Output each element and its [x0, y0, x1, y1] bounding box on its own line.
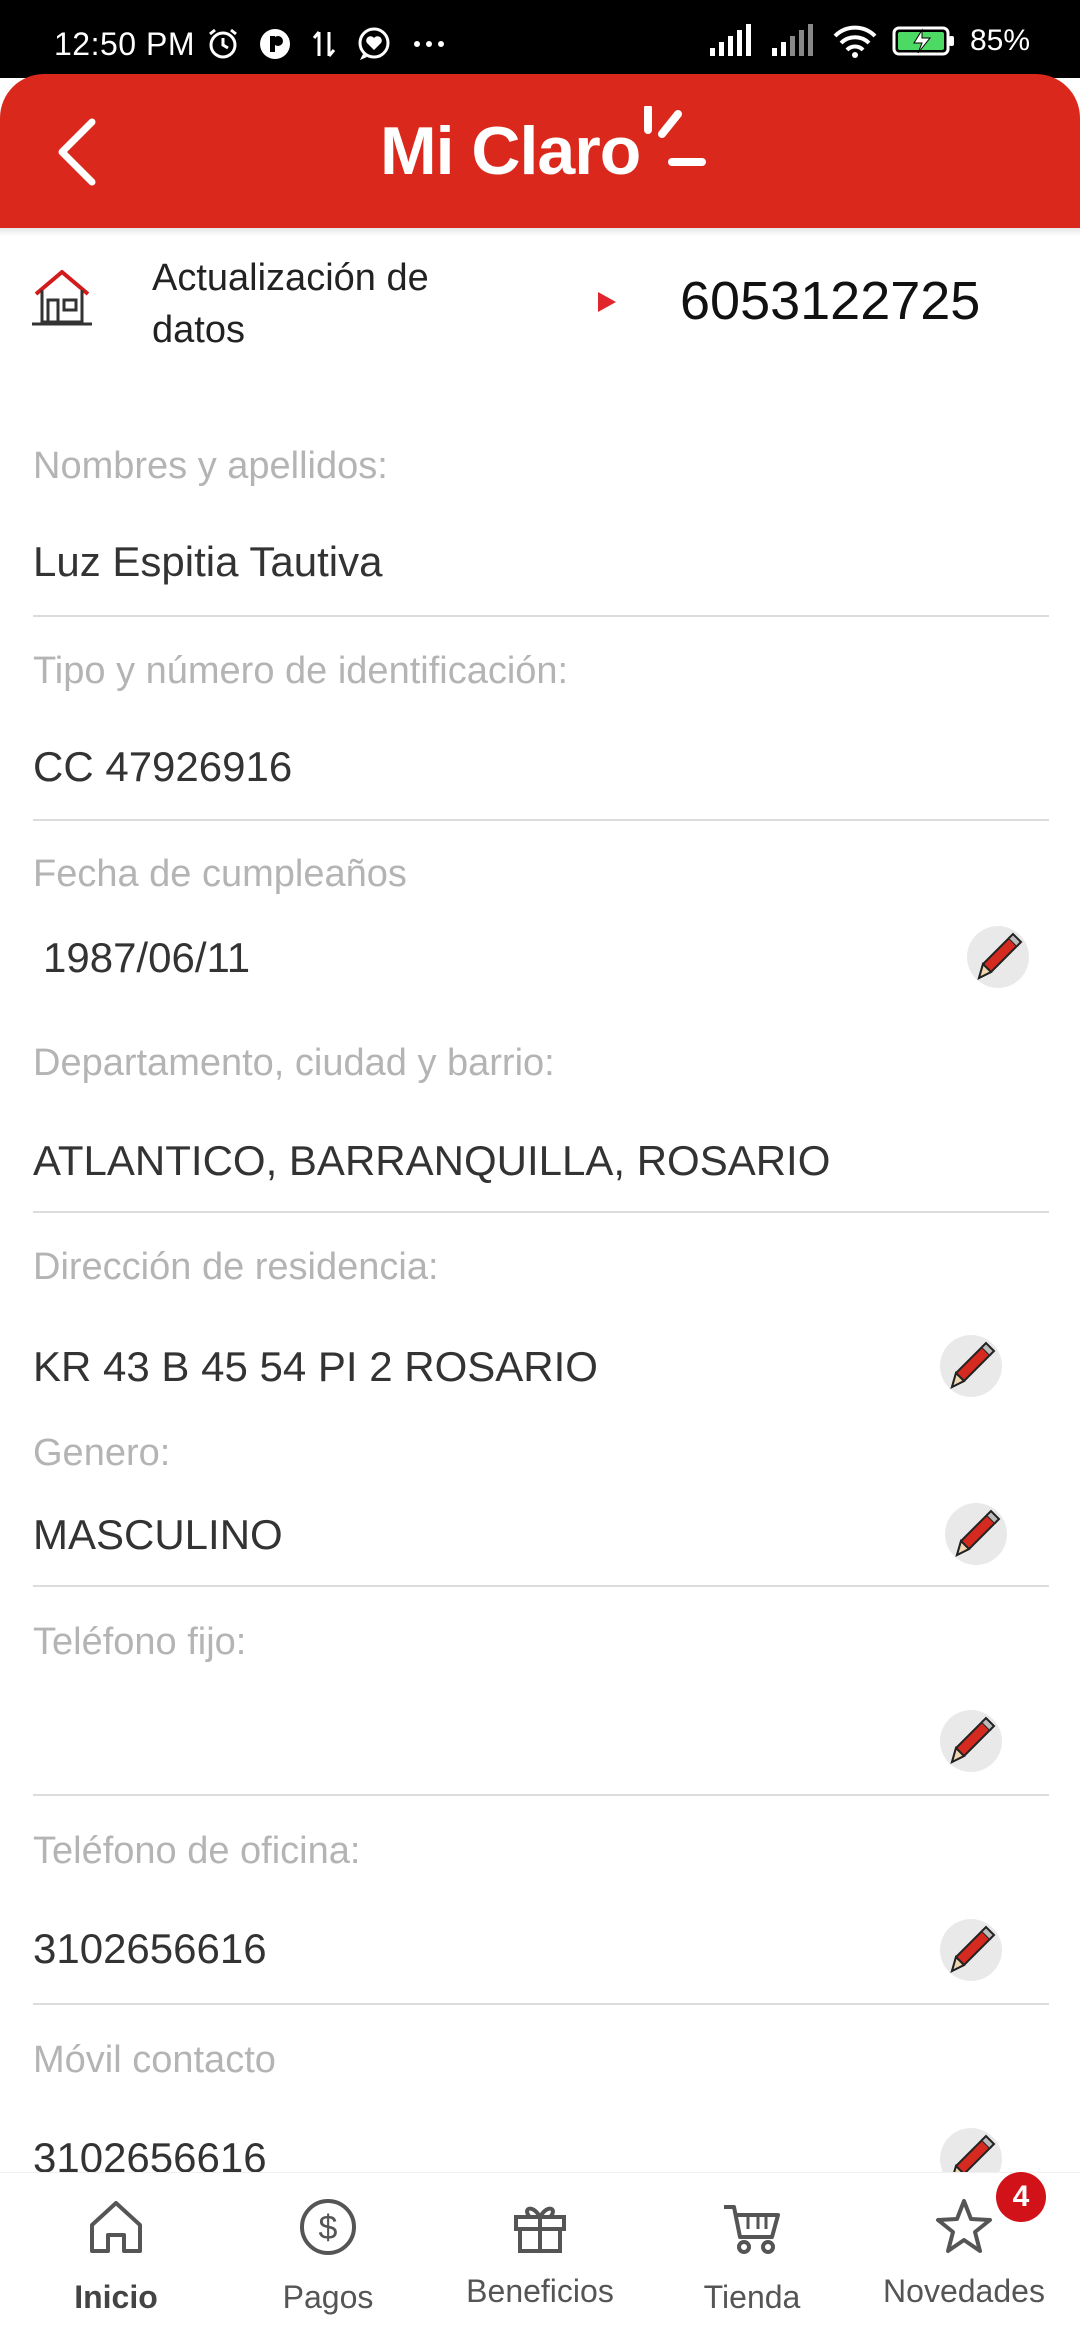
nav-label: Novedades: [883, 2273, 1045, 2309]
signal-icon-2: [771, 24, 813, 56]
battery-percentage: 85%: [969, 24, 1030, 57]
line-number: 6053122725: [680, 271, 981, 331]
chevron-left-icon: [58, 118, 96, 186]
brand-logo: Mi Claro: [380, 106, 706, 196]
pencil-icon: [950, 1341, 996, 1389]
field-cumpleanos: Fecha de cumpleaños 1987/06/11: [33, 848, 1049, 1028]
pencil-icon: [955, 1509, 1001, 1557]
field-value: 3102656616: [33, 2134, 267, 2172]
status-time: 12:50 PM: [54, 26, 195, 62]
edit-button-movil-contacto[interactable]: [940, 2128, 1002, 2172]
nav-item-inicio[interactable]: Inicio: [8, 2173, 224, 2340]
field-label: Móvil contacto: [33, 2039, 276, 2081]
pencil-icon: [977, 932, 1023, 980]
nav-label: Beneficios: [466, 2273, 614, 2309]
claro-sun-icon: [644, 106, 706, 166]
field-identificacion: Tipo y número de identificación: CC 4792…: [33, 645, 1049, 825]
field-direccion: Dirección de residencia: KR 43 B 45 54 P…: [33, 1241, 1049, 1421]
data-transfer-icon: [312, 31, 336, 57]
info-row: Actualización de datos 6053122725: [0, 240, 1080, 380]
field-movil-contacto: Móvil contacto 3102656616: [33, 2034, 1049, 2172]
battery-icon: [892, 26, 954, 56]
edit-button-genero[interactable]: [945, 1503, 1007, 1565]
nav-label: Inicio: [74, 2279, 158, 2315]
field-label: Teléfono fijo:: [33, 1621, 247, 1663]
alarm-icon: [209, 28, 237, 59]
nav-item-pagos[interactable]: $ Pagos: [220, 2173, 436, 2340]
play-arrow-icon: [598, 292, 616, 312]
bottom-nav: Inicio $ Pagos Beneficios Tienda Novedad…: [0, 2172, 1080, 2340]
field-label: Dirección de residencia:: [33, 1246, 439, 1288]
edit-button-cumpleanos[interactable]: [967, 926, 1029, 988]
field-value: CC 47926916: [33, 743, 293, 790]
field-label: Fecha de cumpleaños: [33, 853, 407, 895]
house-icon: [32, 270, 92, 326]
app-icon: [260, 29, 290, 59]
field-departamento: Departamento, ciudad y barrio: ATLANTICO…: [33, 1037, 1049, 1217]
more-icon: [414, 41, 444, 47]
cart-icon: [724, 2205, 780, 2254]
status-bar: 12:50 PM 85%: [0, 0, 1080, 78]
field-label: Genero:: [33, 1432, 171, 1474]
gift-icon: [514, 2206, 566, 2253]
nav-item-tienda[interactable]: Tienda: [644, 2173, 860, 2340]
back-button[interactable]: [40, 112, 120, 192]
app-header: Mi Claro: [0, 74, 1080, 228]
field-label: Teléfono de oficina:: [33, 1830, 361, 1872]
edit-button-telefono-oficina[interactable]: [940, 1919, 1002, 1981]
field-value: 3102656616: [33, 1925, 267, 1972]
signal-icon: [709, 24, 751, 56]
pencil-icon: [950, 1925, 996, 1973]
field-value: ATLANTICO, BARRANQUILLA, ROSARIO: [33, 1137, 831, 1184]
field-telefono-oficina: Teléfono de oficina: 3102656616: [33, 1825, 1049, 2005]
nav-label: Pagos: [282, 2279, 374, 2315]
notification-badge: 4: [996, 2172, 1046, 2222]
field-label: Departamento, ciudad y barrio:: [33, 1042, 555, 1084]
field-label: Nombres y apellidos:: [33, 445, 388, 487]
field-telefono-fijo: Teléfono fijo:: [33, 1616, 1049, 1796]
nav-item-beneficios[interactable]: Beneficios: [432, 2173, 648, 2340]
star-icon: [936, 2199, 992, 2253]
field-genero: Genero: MASCULINO: [33, 1427, 1049, 1607]
edit-button-direccion[interactable]: [940, 1335, 1002, 1397]
pencil-icon: [953, 2134, 996, 2172]
field-value: 1987/06/11: [43, 934, 251, 981]
brand-text: Mi Claro: [380, 113, 641, 189]
page-title: Actualización de datos: [152, 257, 429, 351]
pencil-icon: [950, 1716, 996, 1764]
edit-button-telefono-fijo[interactable]: [940, 1710, 1002, 1772]
svg-text:$: $: [319, 2209, 338, 2247]
field-nombres: Nombres y apellidos: Luz Espitia Tautiva: [33, 440, 1049, 620]
heart-chat-icon: [358, 27, 390, 60]
wifi-icon: [833, 25, 877, 58]
field-label: Tipo y número de identificación:: [33, 650, 569, 692]
field-value: KR 43 B 45 54 PI 2 ROSARIO: [33, 1343, 598, 1390]
field-value: MASCULINO: [33, 1511, 283, 1558]
field-value: Luz Espitia Tautiva: [33, 538, 383, 585]
nav-label: Tienda: [703, 2279, 801, 2315]
dollar-icon: $: [300, 2199, 356, 2255]
home-icon: [90, 2201, 142, 2253]
